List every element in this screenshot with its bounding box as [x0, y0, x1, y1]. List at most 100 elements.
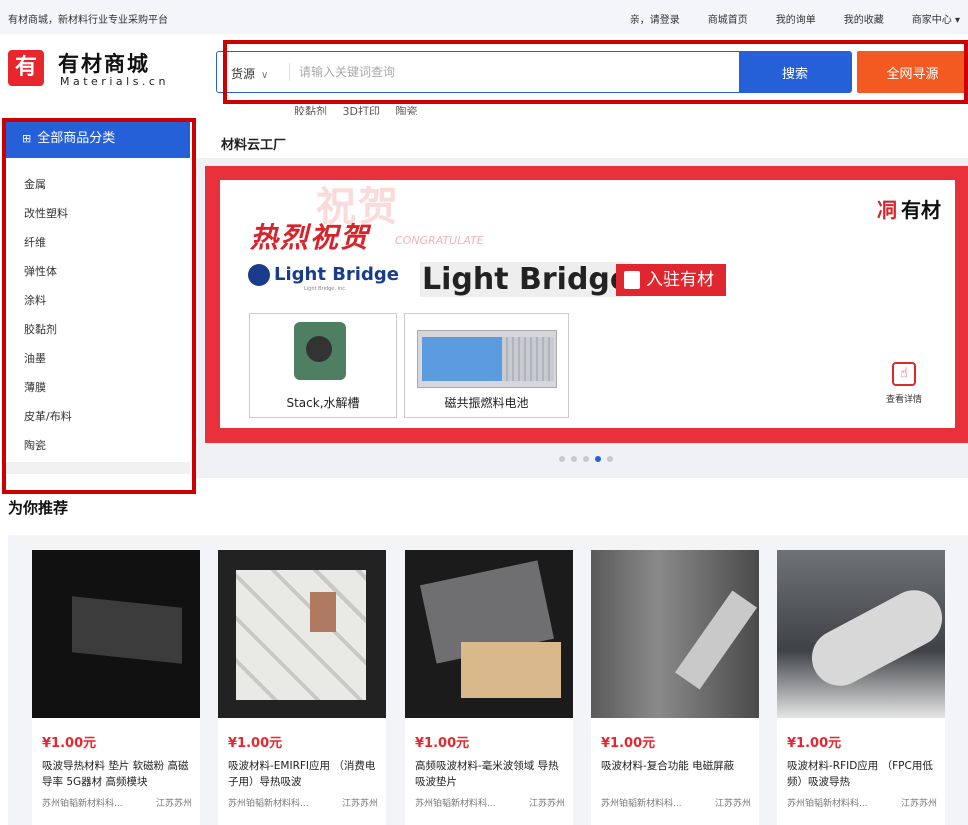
product-location: 江苏苏州 [714, 799, 751, 809]
roll-sample [675, 590, 757, 690]
tube-sample [802, 580, 952, 696]
logo-domain: Materials.cn [60, 75, 169, 88]
view-details-link[interactable]: ☝ 查看详情 [874, 362, 934, 405]
product-image [591, 550, 759, 718]
search-bar: 货源 ∨ 搜索 [216, 51, 852, 93]
product-price: ¥1.00元 [42, 736, 97, 751]
category-item-coating[interactable]: 涂料 [6, 286, 190, 315]
hot-keyword[interactable]: 胶黏剂 [294, 105, 327, 115]
banner-product-label: Stack,水解槽 [286, 396, 360, 410]
login-link[interactable]: 亲，请登录 [630, 11, 680, 26]
product-title[interactable]: 吸波材料-EMIRFI应用 （消费电子用）导热吸波 [228, 758, 380, 790]
banner-product-card[interactable]: 磁共振燃料电池 [404, 313, 569, 418]
carousel-dots [559, 456, 613, 462]
product-price: ¥1.00元 [228, 736, 283, 751]
copper-sample [310, 592, 336, 632]
grid-icon: ⊞ [22, 132, 32, 145]
product-image [32, 550, 200, 718]
stack-image [294, 322, 346, 380]
category-item-modified-plastic[interactable]: 改性塑料 [6, 199, 190, 228]
product-location: 江苏苏州 [341, 799, 378, 809]
carousel-dot-active[interactable] [595, 456, 601, 462]
top-bar: 有材商城，新材料行业专业采购平台 亲，请登录 商城首页 我的询单 我的收藏 商家… [0, 0, 968, 34]
chevron-down-icon: ∨ [261, 70, 269, 81]
product-shop[interactable]: 苏州铂韬新材料科... [228, 796, 309, 809]
top-links: 亲，请登录 商城首页 我的询单 我的收藏 商家中心 ▾ [602, 11, 960, 26]
tan-sample [461, 642, 561, 698]
partner-logo-text: Light Bridge [274, 264, 399, 285]
product-location: 江苏苏州 [900, 799, 937, 809]
product-card[interactable]: ¥1.00元 吸波材料-复合功能 电磁屏蔽 苏州铂韬新材料科... 江苏苏州 [591, 550, 759, 825]
join-text: 入驻有材 [646, 270, 714, 290]
banner-headline: 热烈祝贺 [250, 221, 371, 254]
hot-keywords: 胶黏剂 3D打印 陶瓷 [294, 103, 429, 115]
pad-sample [72, 596, 182, 664]
partner-logo: Light Bridge Light Bridge, Inc. [248, 264, 399, 292]
my-inquiries-link[interactable]: 我的询单 [776, 11, 816, 26]
category-header[interactable]: ⊞ 全部商品分类 [6, 120, 190, 158]
category-item-leather-fabric[interactable]: 皮革/布料 [6, 402, 190, 431]
product-card[interactable]: ¥1.00元 吸波导热材料 垫片 软磁粉 高磁导率 5G器材 高频模块 苏州铂韬… [32, 550, 200, 825]
product-card[interactable]: ¥1.00元 高频吸波材料-毫米波领域 导热吸波垫片 苏州铂韬新材料科... 江… [405, 550, 573, 825]
merchant-center-menu[interactable]: 商家中心 ▾ [912, 11, 960, 26]
product-shop[interactable]: 苏州铂韬新材料科... [415, 796, 496, 809]
category-item-metal[interactable]: 金属 [6, 170, 190, 199]
product-card[interactable]: ¥1.00元 吸波材料-RFID应用 （FPC用低频）吸波导热 苏州铂韬新材料科… [777, 550, 952, 825]
product-title[interactable]: 吸波材料-RFID应用 （FPC用低频）吸波导热 [787, 758, 939, 790]
globe-icon [248, 264, 270, 286]
carousel-dot[interactable] [559, 456, 565, 462]
join-badge: 入驻有材 [616, 264, 726, 296]
product-price: ¥1.00元 [601, 736, 656, 751]
category-item-fiber[interactable]: 纤维 [6, 228, 190, 257]
carousel-dot[interactable] [607, 456, 613, 462]
search-divider [289, 63, 290, 81]
partner-logo-sub: Light Bridge, Inc. [304, 286, 347, 292]
cloud-factory-link[interactable]: 材料云工厂 [221, 134, 286, 153]
promo-banner[interactable]: 祝贺 热烈祝贺 CONGRATULATE 㓊有材 Light Bridge Lig… [205, 166, 968, 443]
search-all-web-button[interactable]: 全网寻源 [857, 51, 968, 93]
product-title[interactable]: 高频吸波材料-毫米波领域 导热吸波垫片 [415, 758, 567, 790]
banner-product-card[interactable]: Stack,水解槽 [249, 313, 397, 418]
product-shop[interactable]: 苏州铂韬新材料科... [787, 796, 868, 809]
category-item-elastomer[interactable]: 弹性体 [6, 257, 190, 286]
product-title[interactable]: 吸波材料-复合功能 电磁屏蔽 [601, 758, 753, 790]
recommend-title: 为你推荐 [8, 499, 69, 517]
partner-name: Light Bridge [420, 262, 633, 297]
search-scope-select[interactable]: 货源 ∨ [231, 65, 268, 82]
search-button[interactable]: 搜索 [739, 52, 851, 92]
carousel-dot[interactable] [571, 456, 577, 462]
logo-mark-icon: 有 [8, 50, 44, 86]
product-image [777, 550, 952, 718]
product-image [405, 550, 573, 718]
category-item-adhesive[interactable]: 胶黏剂 [6, 315, 190, 344]
search-scope-label: 货源 [231, 67, 256, 81]
site-slogan: 有材商城，新材料行业专业采购平台 [8, 15, 168, 26]
mall-home-link[interactable]: 商城首页 [708, 11, 748, 26]
site-logo[interactable]: 有 有材商城 Materials.cn [8, 48, 188, 98]
category-item-film[interactable]: 薄膜 [6, 373, 190, 402]
battery-image [417, 330, 557, 388]
banner-content: 祝贺 热烈祝贺 CONGRATULATE 㓊有材 Light Bridge Lig… [220, 180, 955, 428]
product-image [218, 550, 386, 718]
product-title[interactable]: 吸波导热材料 垫片 软磁粉 高磁导率 5G器材 高频模块 [42, 758, 194, 790]
hot-keyword[interactable]: 陶瓷 [395, 105, 417, 115]
product-price: ¥1.00元 [787, 736, 842, 751]
banner-brand-label: 有材 [901, 198, 941, 222]
banner-brand: 㓊有材 [877, 194, 941, 223]
category-panel: ⊞ 全部商品分类 金属 改性塑料 纤维 弹性体 涂料 胶黏剂 油墨 薄膜 皮革/布… [6, 120, 190, 474]
product-shop[interactable]: 苏州铂韬新材料科... [42, 796, 123, 809]
search-input[interactable] [299, 61, 729, 83]
banner-headline-en: CONGRATULATE [395, 234, 484, 247]
product-location: 江苏苏州 [155, 799, 192, 809]
category-item-ink[interactable]: 油墨 [6, 344, 190, 373]
hot-keyword[interactable]: 3D打印 [343, 105, 380, 115]
carousel-dot[interactable] [583, 456, 589, 462]
category-item-ceramics[interactable]: 陶瓷 [6, 431, 190, 460]
battery-panel [422, 337, 502, 381]
product-card[interactable]: ¥1.00元 吸波材料-EMIRFI应用 （消费电子用）导热吸波 苏州铂韬新材料… [218, 550, 386, 825]
product-shop[interactable]: 苏州铂韬新材料科... [601, 796, 682, 809]
category-list: 金属 改性塑料 纤维 弹性体 涂料 胶黏剂 油墨 薄膜 皮革/布料 陶瓷 [6, 170, 190, 460]
product-location: 江苏苏州 [528, 799, 565, 809]
my-favorites-link[interactable]: 我的收藏 [844, 11, 884, 26]
product-price: ¥1.00元 [415, 736, 470, 751]
